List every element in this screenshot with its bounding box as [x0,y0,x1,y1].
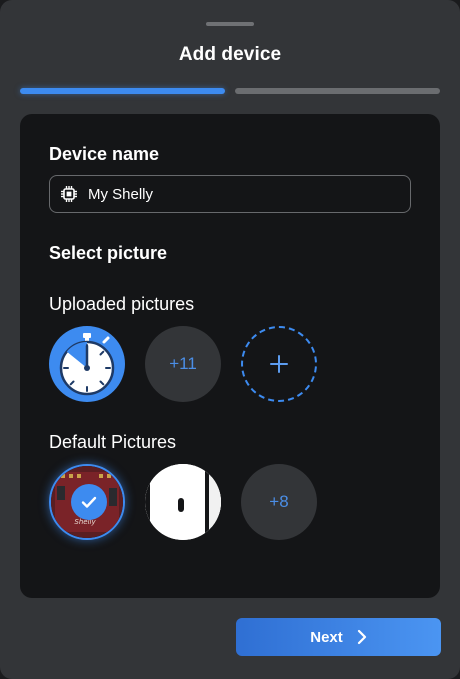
plus-icon [270,355,288,373]
timer-icon [59,333,115,396]
device-name-label: Device name [49,144,160,164]
default-pictures-label: Default Pictures [49,432,177,452]
device-form-card: Device name Select picture Uploaded pict… [20,114,440,598]
default-picture-pcb-selected[interactable]: Shelly [49,464,125,540]
uploaded-picture-timer[interactable] [49,326,125,402]
select-picture-heading: Select picture [49,243,168,263]
chip-icon [60,185,78,203]
selected-check-badge [71,484,107,520]
add-picture-button[interactable] [241,326,317,402]
next-button[interactable]: Next [236,618,441,656]
add-device-sheet: Add device Device name Select pict [0,0,460,679]
uploaded-more-button[interactable]: +11 [145,326,221,402]
next-button-label: Next [310,628,343,646]
chevron-right-icon [357,629,367,645]
device-name-input[interactable] [88,185,388,203]
default-picture-wall-switch[interactable] [145,464,221,540]
uploaded-pictures-label: Uploaded pictures [49,294,195,314]
wall-switch-image [145,464,221,540]
drag-handle[interactable] [206,22,254,26]
step-indicator-1-active [20,88,225,94]
default-more-button[interactable]: +8 [241,464,317,540]
step-indicator-2 [235,88,440,94]
device-name-field[interactable] [49,175,411,213]
dialog-title: Add device [178,44,282,65]
checkmark-icon [81,496,97,508]
